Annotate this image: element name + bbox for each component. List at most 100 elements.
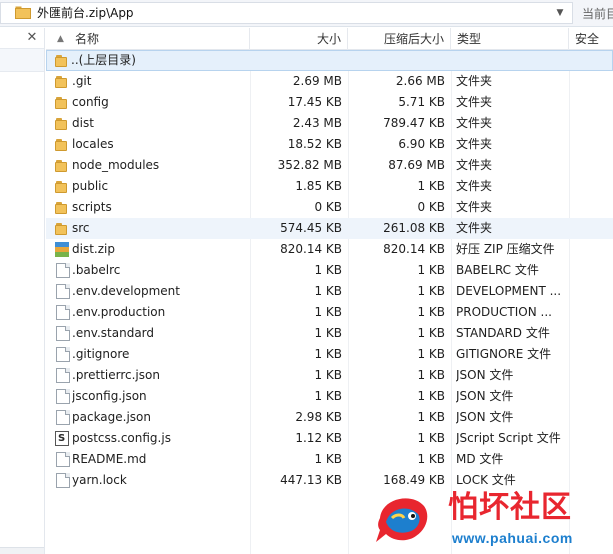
file-row[interactable]: .env.development 1 KB 1 KB DEVELOPMENT ...	[46, 281, 613, 302]
file-packed-size: 6.90 KB	[398, 137, 445, 151]
file-packed-size: 0 KB	[417, 200, 445, 214]
watermark-url: www.pahuai.com	[452, 530, 573, 546]
column-size[interactable]: 大小	[250, 28, 348, 50]
file-row[interactable]: jsconfig.json 1 KB 1 KB JSON 文件	[46, 386, 613, 407]
file-size: 0 KB	[314, 200, 342, 214]
file-name: .prettierrc.json	[72, 368, 160, 382]
file-size: 1 KB	[314, 326, 342, 340]
file-type: 文件夹	[456, 74, 493, 88]
file-type: PRODUCTION ...	[456, 305, 552, 319]
column-header: ▲ 名称 大小 压缩后大小 类型 安全	[46, 28, 613, 50]
parent-directory-row[interactable]: ..(上层目录)	[46, 50, 613, 71]
file-packed-size: 1 KB	[417, 410, 445, 424]
file-row[interactable]: src 574.45 KB 261.08 KB 文件夹	[46, 218, 613, 239]
file-packed-size: 1 KB	[417, 389, 445, 403]
folder-tree-pane: ✕ ▼	[0, 28, 45, 554]
file-icon	[56, 263, 70, 278]
file-packed-size: 5.71 KB	[398, 95, 445, 109]
file-name: src	[72, 221, 90, 235]
file-name: postcss.config.js	[72, 431, 171, 445]
file-icon	[56, 284, 70, 299]
file-size: 1 KB	[314, 263, 342, 277]
file-size: 447.13 KB	[280, 473, 342, 487]
file-name: .git	[72, 74, 92, 88]
column-security[interactable]: 安全	[569, 28, 613, 50]
file-size: 1.12 KB	[295, 431, 342, 445]
folder-icon	[55, 95, 69, 110]
tree-header	[0, 48, 44, 72]
file-type: JScript Script 文件	[456, 431, 561, 445]
current-dir-label: 当前目	[582, 7, 613, 21]
folder-icon	[55, 137, 69, 152]
file-row[interactable]: dist 2.43 MB 789.47 KB 文件夹	[46, 113, 613, 134]
file-type: 文件夹	[456, 200, 493, 214]
file-row[interactable]: Spostcss.config.js 1.12 KB 1 KB JScript Scr…	[46, 428, 613, 449]
file-name: .gitignore	[72, 347, 130, 361]
file-icon	[56, 368, 70, 383]
file-size: 1 KB	[314, 389, 342, 403]
file-row[interactable]: .env.production 1 KB 1 KB PRODUCTION ...	[46, 302, 613, 323]
file-list: ..(上层目录) .git 2.69 MB 2.66 MB 文件夹 config 17.4…	[46, 50, 613, 554]
file-packed-size: 789.47 KB	[383, 116, 445, 130]
file-type: JSON 文件	[456, 410, 514, 424]
folder-icon	[15, 6, 31, 19]
file-name: .env.development	[72, 284, 180, 298]
file-packed-size: 1 KB	[417, 263, 445, 277]
file-type: STANDARD 文件	[456, 326, 550, 340]
file-row[interactable]: config 17.45 KB 5.71 KB 文件夹	[46, 92, 613, 113]
file-icon	[56, 452, 70, 467]
file-row[interactable]: .git 2.69 MB 2.66 MB 文件夹	[46, 71, 613, 92]
file-name: public	[72, 179, 109, 193]
file-name: scripts	[72, 200, 112, 214]
file-size: 1 KB	[314, 305, 342, 319]
file-row[interactable]: README.md 1 KB 1 KB MD 文件	[46, 449, 613, 470]
file-packed-size: 1 KB	[417, 284, 445, 298]
file-size: 1 KB	[314, 284, 342, 298]
address-path: 外匯前台.zip\App	[37, 6, 134, 20]
file-row[interactable]: .gitignore 1 KB 1 KB GITIGNORE 文件	[46, 344, 613, 365]
file-row[interactable]: public 1.85 KB 1 KB 文件夹	[46, 176, 613, 197]
file-size: 17.45 KB	[287, 95, 342, 109]
sort-ascending-icon: ▲	[57, 34, 64, 44]
tree-scrollbar[interactable]: ▼	[0, 547, 44, 554]
zip-icon	[55, 242, 69, 257]
file-type: 文件夹	[456, 95, 493, 109]
file-packed-size: 820.14 KB	[383, 242, 445, 256]
file-type: 文件夹	[456, 179, 493, 193]
file-row[interactable]: .prettierrc.json 1 KB 1 KB JSON 文件	[46, 365, 613, 386]
file-packed-size: 2.66 MB	[395, 74, 445, 88]
file-name: locales	[72, 137, 114, 151]
address-field[interactable]: 外匯前台.zip\App ▼	[0, 2, 573, 24]
file-packed-size: 1 KB	[417, 431, 445, 445]
file-type: JSON 文件	[456, 368, 514, 382]
file-name: dist	[72, 116, 94, 130]
file-type: DEVELOPMENT ...	[456, 284, 562, 298]
file-row[interactable]: node_modules 352.82 MB 87.69 MB 文件夹	[46, 155, 613, 176]
js-icon: S	[55, 431, 69, 446]
file-row[interactable]: .babelrc 1 KB 1 KB BABELRC 文件	[46, 260, 613, 281]
file-packed-size: 261.08 KB	[383, 221, 445, 235]
column-packed-size[interactable]: 压缩后大小	[348, 28, 451, 50]
file-row[interactable]: dist.zip 820.14 KB 820.14 KB 好压 ZIP 压缩文件	[46, 239, 613, 260]
file-size: 2.43 MB	[292, 116, 342, 130]
folder-icon	[55, 53, 69, 68]
file-name: config	[72, 95, 109, 109]
column-type[interactable]: 类型	[451, 28, 569, 50]
file-size: 352.82 MB	[277, 158, 342, 172]
file-size: 1 KB	[314, 368, 342, 382]
parent-directory-label: ..(上层目录)	[71, 53, 136, 67]
column-name[interactable]: ▲ 名称	[46, 28, 250, 50]
file-row[interactable]: package.json 2.98 KB 1 KB JSON 文件	[46, 407, 613, 428]
close-icon[interactable]: ✕	[24, 30, 40, 46]
file-row[interactable]: locales 18.52 KB 6.90 KB 文件夹	[46, 134, 613, 155]
chevron-down-icon[interactable]: ▼	[550, 4, 570, 22]
file-type: 文件夹	[456, 221, 493, 235]
folder-icon	[55, 179, 69, 194]
file-size: 18.52 KB	[287, 137, 342, 151]
watermark-title: 怕坏社区	[448, 490, 572, 525]
file-name: .babelrc	[72, 263, 121, 277]
file-row[interactable]: .env.standard 1 KB 1 KB STANDARD 文件	[46, 323, 613, 344]
file-row[interactable]: scripts 0 KB 0 KB 文件夹	[46, 197, 613, 218]
file-size: 574.45 KB	[280, 221, 342, 235]
file-type: MD 文件	[456, 452, 504, 466]
